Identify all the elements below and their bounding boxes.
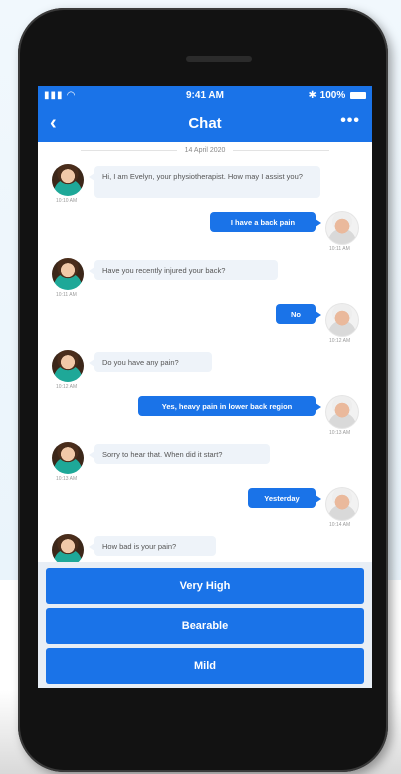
therapist-avatar <box>52 258 84 290</box>
date-text: 14 April 2020 <box>184 147 226 154</box>
message-time: 10:13 AM <box>329 430 351 436</box>
message-time: 10:12 AM <box>329 338 351 344</box>
chat-screen: ▮▮▮ ◠ 9:41 AM ✱ 100% ‹ Chat ••• 14 April… <box>38 86 372 688</box>
patient-avatar <box>326 396 358 428</box>
battery-icon <box>350 91 366 99</box>
status-bar: ▮▮▮ ◠ 9:41 AM ✱ 100% <box>38 86 372 106</box>
message-time: 10:10 AM <box>56 198 78 204</box>
incoming-message-bubble: Do you have any pain? <box>89 352 212 372</box>
incoming-message-bubble: Sorry to hear that. When did it start? <box>89 444 270 464</box>
option-bearable-button[interactable]: Bearable <box>46 608 364 644</box>
outgoing-message-bubble: No <box>276 304 321 324</box>
patient-avatar <box>326 212 358 244</box>
date-separator: 14 April 2020 <box>38 147 372 154</box>
more-options-icon[interactable]: ••• <box>340 112 360 130</box>
message-time: 10:13 AM <box>56 476 78 482</box>
option-mild-button[interactable]: Mild <box>46 648 364 684</box>
message-time: 10:14 AM <box>329 522 351 528</box>
therapist-avatar <box>52 350 84 382</box>
battery-status: ✱ 100% <box>308 90 366 101</box>
incoming-message-bubble: Hi, I am Evelyn, your physiotherapist. H… <box>89 166 320 198</box>
message-time: 10:11 AM <box>56 292 77 298</box>
outgoing-message-bubble: Yesterday <box>248 488 321 508</box>
patient-avatar <box>326 488 358 520</box>
patient-avatar <box>326 304 358 336</box>
incoming-message-bubble: Have you recently injured your back? <box>89 260 278 280</box>
incoming-message-bubble: How bad is your pain? <box>89 536 216 556</box>
message-time: 10:12 AM <box>56 384 78 390</box>
phone-speaker <box>186 56 252 62</box>
battery-percent: ✱ 100% <box>308 90 346 101</box>
therapist-avatar <box>52 442 84 474</box>
option-very-high-button[interactable]: Very High <box>46 568 364 604</box>
quick-reply-panel: Very High Bearable Mild <box>38 562 372 688</box>
therapist-avatar <box>52 164 84 196</box>
page-title: Chat <box>188 115 222 132</box>
outgoing-message-bubble: Yes, heavy pain in lower back region <box>138 396 321 416</box>
message-time: 10:11 AM <box>329 246 350 252</box>
nav-bar: ‹ Chat ••• <box>38 106 372 142</box>
outgoing-message-bubble: I have a back pain <box>210 212 321 232</box>
